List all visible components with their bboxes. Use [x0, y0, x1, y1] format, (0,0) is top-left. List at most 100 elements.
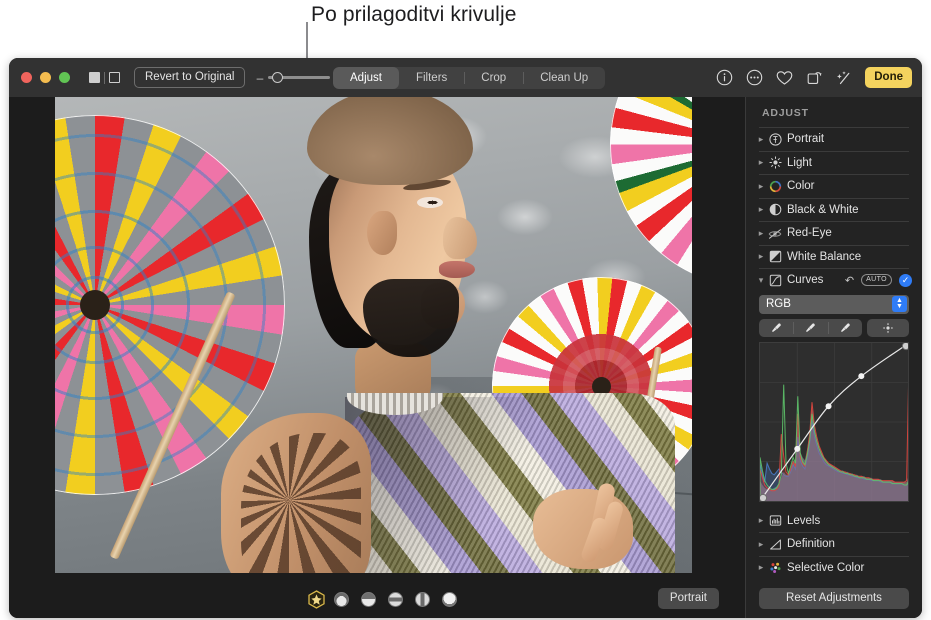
sidebar-title: ADJUST	[762, 107, 809, 119]
curves-tool-row	[759, 318, 909, 337]
chevron-right-icon[interactable]: ▸	[756, 228, 766, 239]
ear	[367, 211, 397, 255]
curves-icon	[766, 273, 784, 287]
chevron-right-icon[interactable]: ▸	[756, 134, 766, 145]
chevron-right-icon[interactable]: ▸	[756, 157, 766, 168]
adjust-thumb-1[interactable]	[334, 592, 349, 607]
levels-icon	[766, 514, 784, 528]
chevron-right-icon[interactable]: ▸	[756, 251, 766, 262]
chevron-right-icon[interactable]: ▸	[756, 539, 766, 550]
adjust-thumb-4[interactable]	[415, 592, 430, 607]
window-toolbar: Revert to Original – + Adjust Filters Cr…	[9, 58, 922, 97]
chevron-right-icon[interactable]: ▸	[756, 181, 766, 192]
adjust-thumb-3[interactable]	[388, 592, 403, 607]
tab-clean-up[interactable]: Clean Up	[523, 67, 605, 89]
sidebar-item-red-eye[interactable]: ▸ Red-Eye	[746, 222, 922, 245]
curves-graph[interactable]	[759, 341, 909, 502]
tab-filters[interactable]: Filters	[399, 67, 464, 89]
sidebar-item-label: Black & White	[787, 203, 859, 216]
selective-color-icon	[766, 561, 784, 575]
color-wheel-icon	[766, 179, 784, 193]
revert-to-original-button[interactable]: Revert to Original	[134, 67, 246, 88]
minimize-button[interactable]	[40, 72, 51, 83]
zoom-out-icon[interactable]: –	[255, 71, 264, 85]
reset-adjustments-button[interactable]: Reset Adjustments	[759, 588, 909, 609]
divider	[104, 71, 105, 84]
curves-header-tools: ↶ AUTO ✓	[845, 273, 912, 287]
curves-channel-select[interactable]: RGB ▲ ▼	[759, 294, 909, 314]
sidebar-item-label: Selective Color	[787, 561, 865, 574]
stepper-icon[interactable]: ▲ ▼	[892, 296, 907, 312]
sidebar-item-label: Color	[787, 180, 815, 193]
sidebar-item-color[interactable]: ▸ Color	[746, 175, 922, 198]
editor-content: Portrait ADJUST ▸ Portrait ▸ Light ▸ Col…	[9, 97, 922, 618]
hat	[307, 97, 473, 185]
chevron-right-icon[interactable]: ▸	[756, 204, 766, 215]
hair-back	[363, 279, 459, 357]
sidebar-item-black-and-white[interactable]: ▸ Black & White	[746, 199, 922, 222]
curves-channel-value: RGB	[766, 298, 791, 310]
dress-shadow	[345, 397, 535, 573]
auto-enhance-icon[interactable]	[835, 69, 853, 87]
sidebar-item-label: Levels	[787, 514, 821, 527]
eyedropper-gray-point-icon[interactable]	[793, 319, 827, 337]
maximize-button[interactable]	[59, 72, 70, 83]
adjust-thumbnail-list	[334, 592, 457, 607]
more-options-icon[interactable]	[745, 69, 763, 87]
white-balance-icon	[766, 250, 784, 264]
sidebar-item-label: Curves	[787, 274, 824, 287]
zoom-slider-control[interactable]: – +	[255, 71, 343, 85]
head	[293, 97, 483, 389]
sidebar-item-label: Light	[787, 156, 812, 169]
toolbar-right-actions: Done	[715, 58, 912, 97]
nose	[443, 217, 477, 259]
zoom-slider-track[interactable]	[268, 72, 331, 83]
compare-outline-icon[interactable]	[109, 72, 120, 83]
screenshot-root: Po prilagoditvi krivulje Revert to Origi…	[0, 0, 931, 620]
favorite-heart-icon[interactable]	[775, 69, 793, 87]
adjust-thumb-2[interactable]	[361, 592, 376, 607]
auto-enhance-hex-icon[interactable]	[307, 590, 326, 609]
photo-canvas[interactable]	[9, 97, 745, 578]
close-button[interactable]	[21, 72, 32, 83]
view-toggle[interactable]	[89, 71, 120, 84]
sidebar-item-portrait[interactable]: ▸ Portrait	[746, 128, 922, 151]
sidebar-item-selective-color[interactable]: ▸ Selective Color	[746, 557, 922, 580]
chevron-right-icon[interactable]: ▸	[756, 515, 766, 526]
auto-button[interactable]: AUTO	[861, 274, 892, 287]
photos-editor-window: Revert to Original – + Adjust Filters Cr…	[9, 58, 922, 618]
curves-histogram-plot[interactable]	[760, 342, 909, 501]
undo-arrow-icon[interactable]: ↶	[845, 274, 854, 287]
checkmark-icon[interactable]: ✓	[899, 273, 912, 287]
lips	[439, 261, 475, 278]
done-button[interactable]: Done	[865, 67, 912, 88]
adjust-thumb-5[interactable]	[442, 592, 457, 607]
sidebar-item-levels[interactable]: ▸ Levels	[746, 510, 922, 533]
sidebar-item-label: Definition	[787, 538, 835, 551]
rotate-icon[interactable]	[805, 69, 823, 87]
sidebar-item-label: Portrait	[787, 133, 825, 146]
pinwheel-hub	[80, 290, 110, 320]
window-controls	[21, 72, 70, 83]
tab-adjust[interactable]: Adjust	[333, 67, 399, 89]
zoom-slider-knob[interactable]	[272, 72, 284, 83]
sidebar-item-light[interactable]: ▸ Light	[746, 152, 922, 175]
sidebar-item-curves[interactable]: ▾ Curves ↶ AUTO ✓	[746, 269, 922, 292]
eyedropper-black-point-icon[interactable]	[759, 319, 793, 337]
chevron-right-icon[interactable]: ▸	[756, 562, 766, 573]
editor-mode-tabs: Adjust Filters Crop Clean Up	[333, 67, 606, 89]
edited-photo[interactable]	[55, 97, 692, 573]
callout-title: Po prilagoditvi krivulje	[311, 3, 517, 26]
portrait-button[interactable]: Portrait	[657, 588, 719, 609]
red-eye-icon	[766, 226, 784, 240]
compare-filled-icon[interactable]	[89, 72, 100, 83]
eyedropper-white-point-icon[interactable]	[827, 319, 862, 337]
sidebar-item-definition[interactable]: ▸ Definition	[746, 533, 922, 556]
info-icon[interactable]	[715, 69, 733, 87]
light-sun-icon	[766, 156, 784, 170]
chevron-down-icon[interactable]: ▾	[756, 275, 766, 286]
tab-crop[interactable]: Crop	[464, 67, 523, 89]
add-point-icon[interactable]	[867, 318, 909, 337]
sidebar-item-white-balance[interactable]: ▸ White Balance	[746, 246, 922, 269]
eye	[417, 197, 443, 208]
